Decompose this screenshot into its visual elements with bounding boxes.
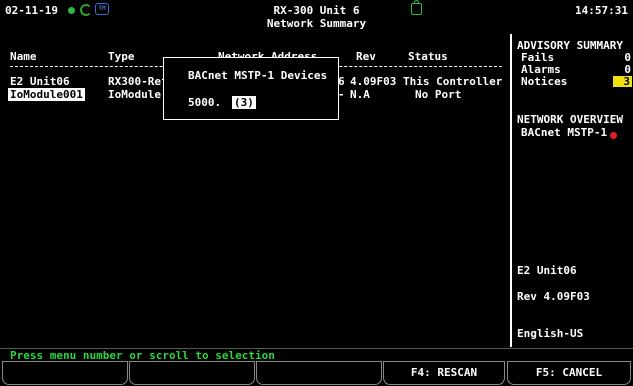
popup-title: BACnet MSTP-1 Devices [188,69,328,82]
function-key-f1[interactable] [2,361,128,385]
lock-icon [411,0,422,15]
row-name-selected[interactable]: IoModule001 [8,88,85,101]
column-header-status: Status [408,50,448,63]
column-header-name: Name [10,50,37,63]
column-header-type: Type [108,50,135,63]
row-type: IoModule [108,88,161,101]
row-rev: N.A [350,88,370,101]
side-panel: ADVISORY SUMMARY Fails 0 Alarms 0 Notice… [510,34,633,347]
unit-name: E2 Unit06 [517,264,577,277]
alarm-dot-icon [610,132,617,139]
time-display: 14:57:31 [575,4,628,17]
firmware-rev: Rev 4.09F03 [517,290,590,303]
cancel-button[interactable]: F5: CANCEL [507,361,631,385]
device-count-field[interactable]: (3) [231,95,257,110]
controller-title: RX-300 Unit 6 [273,4,360,17]
network-overview-item[interactable]: BACnet MSTP-1 [521,126,607,139]
row-rev: 4.09F03 [350,75,397,88]
header-bar: 02-11-19 TM RX-300 Unit 6 Network Summar… [0,0,633,33]
row-status: No Port [415,88,462,101]
row-name: E2 Unit06 [10,75,70,88]
screen-title: Network Summary [266,17,367,30]
network-overview-heading: NETWORK OVERVIEW [517,113,623,126]
language: English-US [517,327,584,340]
function-key-f2[interactable] [129,361,255,385]
function-key-f3[interactable] [256,361,382,385]
devices-popup: BACnet MSTP-1 Devices 5000. (3) [163,57,339,120]
notices-label: Notices [521,75,568,88]
row-type: RX300-Ref [108,75,168,88]
column-header-rev: Rev [356,50,376,63]
popup-value: 5000. [188,96,222,109]
row-status: This Controller [403,75,503,88]
rescan-button[interactable]: F4: RESCAN [383,361,505,385]
function-key-bar: F4: RESCAN F5: CANCEL [0,361,633,386]
prompt-bar: Press menu number or scroll to selection [0,348,633,362]
notices-count-badge[interactable]: 3 [613,76,632,87]
